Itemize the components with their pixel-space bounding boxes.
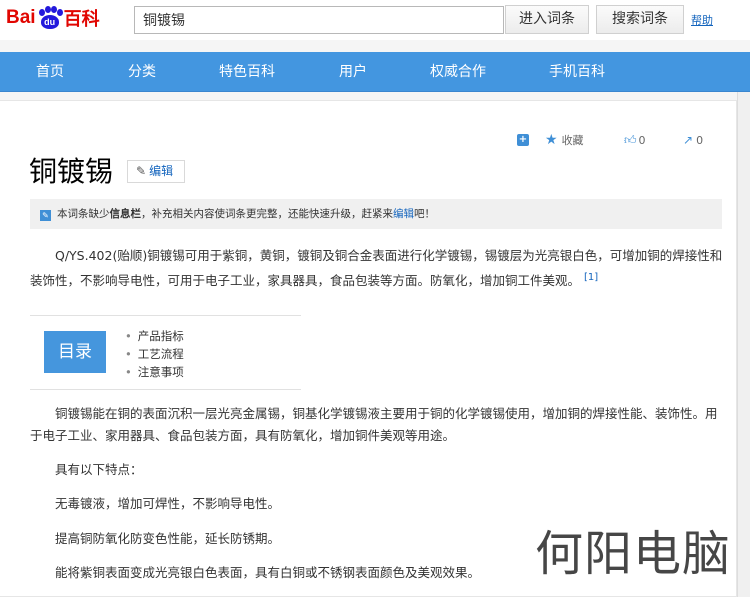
logo-text-du: du xyxy=(40,15,59,29)
intro-paragraph: Q/YS.402(贻顺)铜镀锡可用于紫铜，黄铜，镀铜及铜合金表面进行化学镀锡，锡… xyxy=(30,245,725,292)
thumbs-up-icon: 👍︎ xyxy=(624,132,637,147)
notice-edit-link[interactable]: 编辑 xyxy=(393,208,414,220)
edit-note-icon: ✎ xyxy=(40,210,51,221)
like-button[interactable]: 👍︎ 0 xyxy=(624,132,646,148)
baidu-baike-logo[interactable]: Bai du 百科 xyxy=(6,4,100,32)
body-paragraph: 铜镀锡能在铜的表面沉积一层光亮金属锡，铜基化学镀锡液主要用于铜的化学镀锡使用，增… xyxy=(30,406,718,443)
nav-item-authority[interactable]: 权威合作 xyxy=(430,52,486,92)
add-button[interactable]: + xyxy=(517,132,529,148)
toc-heading: 目录 xyxy=(44,331,106,373)
search-entry-button[interactable]: 搜索词条 xyxy=(596,5,684,34)
help-link[interactable]: 帮助 xyxy=(691,12,713,28)
paw-icon: du xyxy=(37,6,63,30)
edit-button[interactable]: ✎ 编辑 xyxy=(127,160,185,183)
main-nav: 首页 分类 特色百科 用户 权威合作 手机百科 xyxy=(0,52,750,92)
watermark-text: 何阳电脑 xyxy=(535,526,732,582)
toc-item-product-specs[interactable]: • 产品指标 xyxy=(125,328,184,344)
nav-item-mobile[interactable]: 手机百科 xyxy=(549,52,605,92)
logo-text-bai: Bai xyxy=(6,7,36,28)
search-box[interactable] xyxy=(134,6,504,34)
toc-item-process[interactable]: • 工艺流程 xyxy=(125,346,184,362)
nav-item-featured[interactable]: 特色百科 xyxy=(219,52,275,92)
share-icon: ↗ xyxy=(683,133,694,147)
notice-bold: 信息栏 xyxy=(109,208,142,220)
missing-infobox-notice: ✎ 本词条缺少信息栏，补充相关内容使词条更完整，还能快速升级，赶紧来编辑吧！ xyxy=(30,199,722,229)
features-intro: 具有以下特点： xyxy=(55,462,143,477)
enter-entry-button[interactable]: 进入词条 xyxy=(505,5,589,34)
header: Bai du 百科 进入词条 搜索词条 帮助 xyxy=(0,0,750,40)
scrollbar[interactable] xyxy=(737,92,750,597)
nav-item-users[interactable]: 用户 xyxy=(339,52,367,92)
nav-item-home[interactable]: 首页 xyxy=(36,52,64,92)
nav-item-categories[interactable]: 分类 xyxy=(128,52,156,92)
feature-line-1: 无毒镀液，增加可焊性，不影响导电性。 xyxy=(55,496,281,511)
collect-label: 收藏 xyxy=(561,134,584,147)
table-of-contents: 目录 • 产品指标 • 工艺流程 • 注意事项 xyxy=(30,315,301,390)
pencil-icon: ✎ xyxy=(136,164,147,178)
page-title: 铜镀锡 xyxy=(29,155,114,188)
collect-button[interactable]: ★ 收藏 xyxy=(545,132,584,148)
share-count: 0 xyxy=(696,133,704,147)
notice-prefix: 本词条缺少 xyxy=(57,208,110,220)
citation-link[interactable]: [1] xyxy=(584,272,598,283)
share-button[interactable]: ↗ 0 xyxy=(683,132,703,148)
search-input[interactable] xyxy=(135,7,503,33)
notice-suffix: 吧！ xyxy=(414,208,435,220)
toc-item-notes[interactable]: • 注意事项 xyxy=(125,364,184,380)
like-count: 0 xyxy=(638,133,646,147)
logo-text-baike: 百科 xyxy=(63,9,100,30)
intro-text: Q/YS.402(贻顺)铜镀锡可用于紫铜，黄铜，镀铜及铜合金表面进行化学镀锡，锡… xyxy=(30,248,723,288)
plus-icon: + xyxy=(517,134,529,146)
star-icon: ★ xyxy=(545,132,558,148)
notice-middle: ，补充相关内容使词条更完整，还能快速升级，赶紧来 xyxy=(141,208,393,220)
edit-button-label: 编辑 xyxy=(149,164,174,178)
